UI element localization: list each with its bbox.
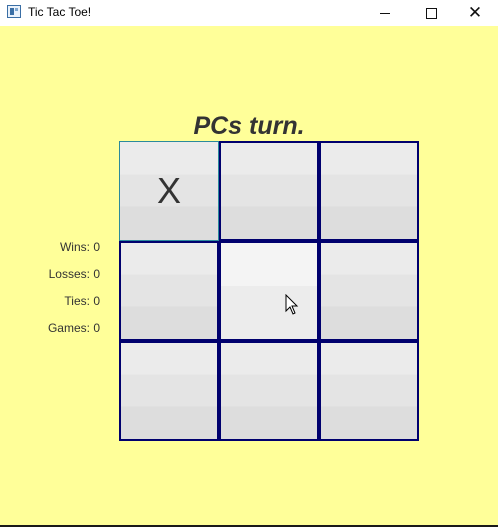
minimize-icon (380, 12, 390, 14)
board-cell-3[interactable] (319, 141, 419, 241)
board-cell-6[interactable] (319, 241, 419, 341)
stats-panel: Wins: 0 Losses: 0 Ties: 0 Games: 0 (30, 241, 100, 349)
wins-label: Wins: 0 (59, 240, 100, 254)
window-title: Tic Tac Toe! (28, 5, 92, 19)
close-button[interactable]: ✕ (452, 0, 498, 26)
ties-label: Ties: 0 (64, 294, 100, 308)
board-cell-7[interactable] (119, 341, 219, 441)
games-label: Games: 0 (47, 321, 100, 335)
turn-indicator: PCs turn. (0, 112, 498, 141)
board-cell-1[interactable]: X (119, 141, 219, 241)
losses-label: Losses: 0 (48, 267, 100, 281)
board-cell-9[interactable] (319, 341, 419, 441)
turn-text: PCs turn. (193, 112, 305, 140)
close-icon: ✕ (467, 2, 483, 23)
title-bar[interactable]: Tic Tac Toe! ✕ (0, 0, 498, 26)
mouse-cursor-icon (285, 294, 299, 315)
game-board: X (119, 141, 419, 441)
board-cell-8[interactable] (219, 341, 319, 441)
board-cell-4[interactable] (119, 241, 219, 341)
board-cell-2[interactable] (219, 141, 319, 241)
board-cell-5[interactable] (219, 241, 319, 341)
minimize-button[interactable] (362, 0, 408, 26)
app-window: Tic Tac Toe! ✕ PCs turn. Wins: 0 Losses:… (0, 0, 498, 527)
app-window-icon (7, 5, 21, 18)
maximize-icon (425, 7, 437, 19)
game-area: PCs turn. Wins: 0 Losses: 0 Ties: 0 Game… (0, 26, 498, 525)
maximize-button[interactable] (408, 0, 454, 26)
